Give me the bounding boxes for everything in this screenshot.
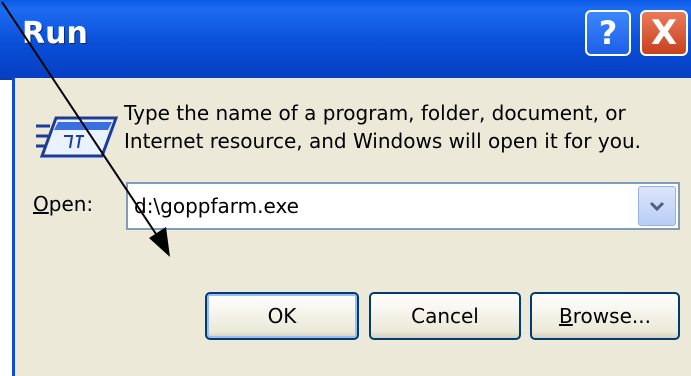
browse-button-label: Browse... [559,304,651,328]
browse-button[interactable]: Browse... [530,292,680,340]
message-line-2: Internet resource, and Windows will open… [124,129,641,153]
chevron-down-icon [649,201,665,212]
open-label-accelerator: O [33,192,49,216]
help-button[interactable]: ? [585,10,631,56]
run-icon [36,116,118,158]
open-input[interactable]: d:\goppfarm.exe [134,194,299,218]
run-dialog: Run ? X Type the name of a program, fold… [0,0,691,376]
cancel-button-label: Cancel [411,304,479,328]
ok-button[interactable]: OK [205,292,359,340]
title-bar[interactable]: Run ? X [0,0,691,80]
browse-accelerator: B [559,304,573,328]
close-button[interactable]: X [640,10,688,56]
cancel-button[interactable]: Cancel [369,292,521,340]
window-title: Run [22,16,88,51]
open-label-text: pen: [48,192,94,216]
close-icon: X [650,13,678,53]
help-icon: ? [598,14,618,52]
ok-button-label: OK [267,304,297,328]
message-line-1: Type the name of a program, folder, docu… [124,101,626,125]
open-label: Open: [33,192,93,216]
open-combobox[interactable]: d:\goppfarm.exe [126,182,680,230]
browse-text: rowse... [572,304,651,328]
dropdown-button[interactable] [638,186,676,226]
